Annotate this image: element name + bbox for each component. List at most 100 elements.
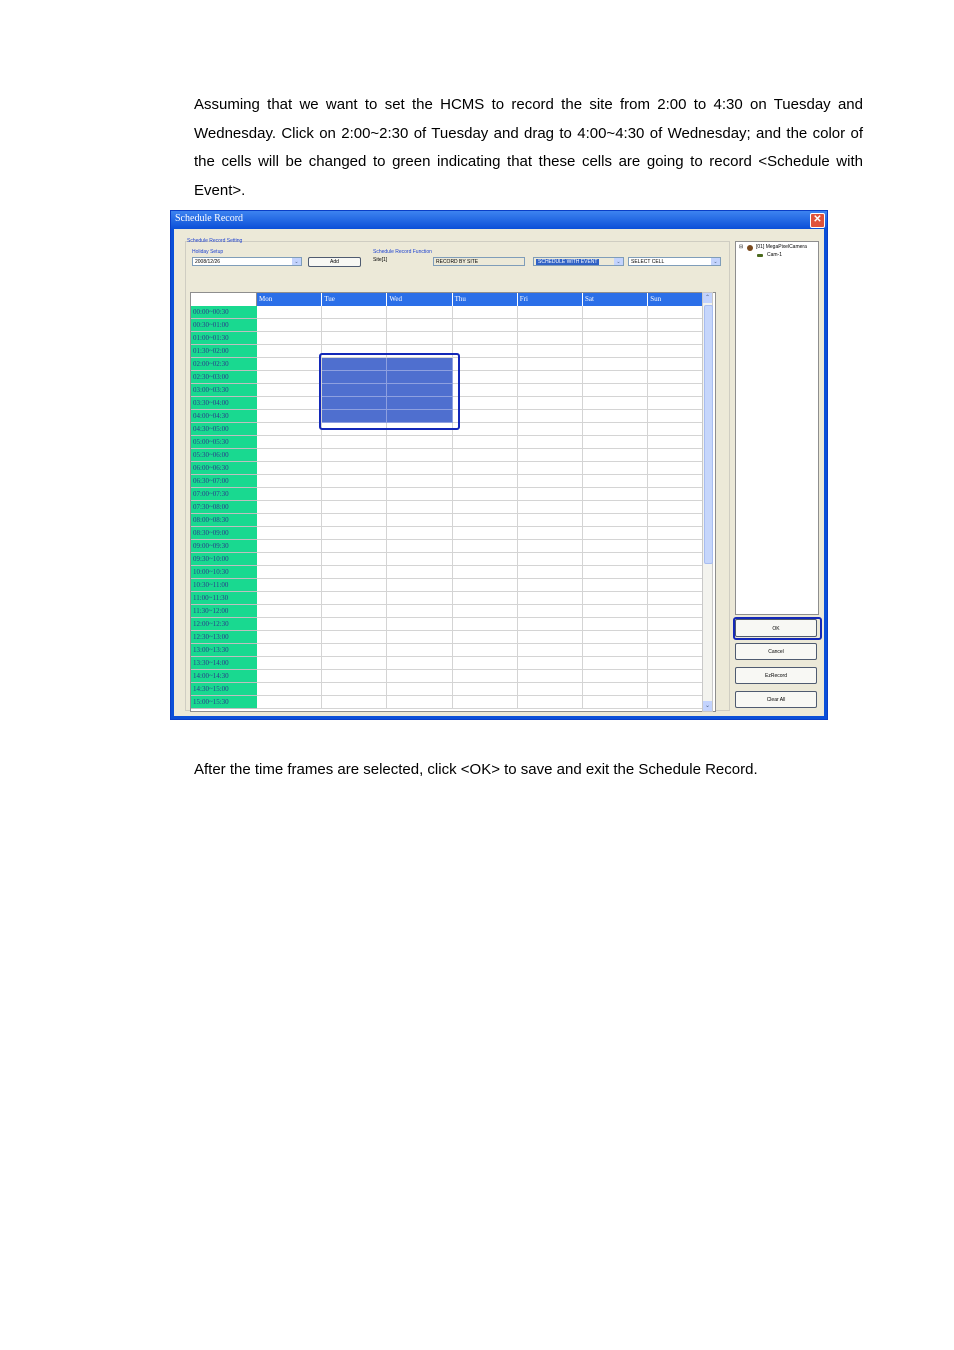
schedule-mode-select[interactable]: SCHEDULE WITH EVENT ⌄ <box>533 257 624 266</box>
schedule-cell[interactable] <box>583 566 649 579</box>
schedule-cell[interactable] <box>257 631 323 644</box>
close-icon[interactable]: ✕ <box>810 213 825 228</box>
schedule-cell[interactable] <box>583 605 649 618</box>
schedule-cell[interactable] <box>257 644 323 657</box>
schedule-cell[interactable] <box>583 514 649 527</box>
schedule-cell[interactable] <box>387 319 453 332</box>
schedule-cell[interactable] <box>322 319 388 332</box>
schedule-cell[interactable] <box>322 592 388 605</box>
schedule-cell[interactable] <box>452 618 518 631</box>
time-slot-label[interactable]: 00:00~00:30 <box>191 306 257 319</box>
schedule-cell[interactable] <box>257 696 323 709</box>
schedule-cell[interactable] <box>583 410 649 423</box>
schedule-cell[interactable] <box>452 410 518 423</box>
schedule-cell[interactable] <box>517 540 583 553</box>
time-slot-label[interactable]: 04:00~04:30 <box>191 410 257 423</box>
schedule-cell[interactable] <box>583 319 649 332</box>
schedule-cell[interactable] <box>257 579 323 592</box>
schedule-cell[interactable] <box>452 566 518 579</box>
schedule-cell[interactable] <box>517 423 583 436</box>
schedule-cell[interactable] <box>583 358 649 371</box>
schedule-cell[interactable] <box>452 631 518 644</box>
schedule-cell[interactable] <box>517 358 583 371</box>
time-slot-label[interactable]: 08:00~08:30 <box>191 514 257 527</box>
day-header-sat[interactable]: Sat <box>583 293 649 306</box>
schedule-cell[interactable] <box>387 540 453 553</box>
schedule-cell[interactable] <box>322 605 388 618</box>
schedule-cell[interactable] <box>517 644 583 657</box>
schedule-cell[interactable] <box>452 540 518 553</box>
schedule-cell[interactable] <box>322 579 388 592</box>
schedule-cell[interactable] <box>583 631 649 644</box>
schedule-cell[interactable] <box>452 592 518 605</box>
schedule-cell[interactable] <box>583 332 649 345</box>
time-slot-label[interactable]: 06:30~07:00 <box>191 475 257 488</box>
tree-child-label[interactable]: Cam-1 <box>767 252 782 258</box>
schedule-cell[interactable] <box>583 683 649 696</box>
schedule-cell[interactable] <box>452 332 518 345</box>
schedule-cell[interactable] <box>322 475 388 488</box>
schedule-cell[interactable] <box>387 566 453 579</box>
schedule-cell[interactable] <box>517 488 583 501</box>
time-slot-label[interactable]: 13:30~14:00 <box>191 657 257 670</box>
schedule-cell[interactable] <box>583 345 649 358</box>
time-slot-label[interactable]: 07:30~08:00 <box>191 501 257 514</box>
schedule-cell[interactable] <box>517 397 583 410</box>
schedule-cell[interactable] <box>452 644 518 657</box>
time-slot-label[interactable]: 04:30~05:00 <box>191 423 257 436</box>
schedule-cell[interactable] <box>517 501 583 514</box>
schedule-cell[interactable] <box>583 657 649 670</box>
schedule-cell[interactable] <box>257 527 323 540</box>
time-slot-label[interactable]: 00:30~01:00 <box>191 319 257 332</box>
grid-scrollbar[interactable]: ⌃ ⌄ <box>702 292 713 712</box>
schedule-cell[interactable] <box>452 358 518 371</box>
schedule-cell[interactable] <box>257 306 323 319</box>
schedule-cell[interactable] <box>517 332 583 345</box>
scroll-thumb[interactable] <box>704 305 713 564</box>
tree-root-label[interactable]: [01] MegaPixelCamera <box>756 244 807 250</box>
schedule-cell[interactable] <box>583 553 649 566</box>
schedule-cell[interactable] <box>583 423 649 436</box>
schedule-cell[interactable] <box>452 501 518 514</box>
schedule-cell[interactable] <box>583 579 649 592</box>
schedule-cell[interactable] <box>452 475 518 488</box>
time-slot-label[interactable]: 10:30~11:00 <box>191 579 257 592</box>
schedule-cell[interactable] <box>322 540 388 553</box>
schedule-cell[interactable] <box>517 605 583 618</box>
schedule-cell[interactable] <box>387 579 453 592</box>
schedule-cell[interactable] <box>517 657 583 670</box>
time-slot-label[interactable]: 08:30~09:00 <box>191 527 257 540</box>
schedule-cell[interactable] <box>583 670 649 683</box>
schedule-cell[interactable] <box>517 553 583 566</box>
schedule-cell[interactable] <box>583 540 649 553</box>
schedule-cell[interactable] <box>257 475 323 488</box>
schedule-cell[interactable] <box>517 683 583 696</box>
schedule-cell[interactable] <box>452 449 518 462</box>
schedule-cell[interactable] <box>517 319 583 332</box>
time-slot-label[interactable]: 11:30~12:00 <box>191 605 257 618</box>
schedule-cell[interactable] <box>387 696 453 709</box>
schedule-cell[interactable] <box>257 332 323 345</box>
schedule-cell[interactable] <box>387 436 453 449</box>
time-slot-label[interactable]: 01:00~01:30 <box>191 332 257 345</box>
schedule-cell[interactable] <box>517 436 583 449</box>
chevron-down-icon[interactable]: ⌄ <box>614 258 623 265</box>
time-slot-label[interactable]: 09:30~10:00 <box>191 553 257 566</box>
schedule-cell[interactable] <box>583 527 649 540</box>
schedule-cell[interactable] <box>452 436 518 449</box>
schedule-cell[interactable] <box>322 449 388 462</box>
schedule-cell[interactable] <box>322 306 388 319</box>
schedule-cell[interactable] <box>257 514 323 527</box>
schedule-cell[interactable] <box>257 384 323 397</box>
schedule-cell[interactable] <box>387 332 453 345</box>
schedule-cell[interactable] <box>257 657 323 670</box>
time-slot-label[interactable]: 05:00~05:30 <box>191 436 257 449</box>
schedule-cell[interactable] <box>322 644 388 657</box>
schedule-cell[interactable] <box>517 696 583 709</box>
schedule-cell[interactable] <box>452 488 518 501</box>
schedule-cell[interactable] <box>257 501 323 514</box>
schedule-cell[interactable] <box>257 553 323 566</box>
schedule-cell[interactable] <box>387 644 453 657</box>
schedule-cell[interactable] <box>583 696 649 709</box>
schedule-cell[interactable] <box>583 371 649 384</box>
